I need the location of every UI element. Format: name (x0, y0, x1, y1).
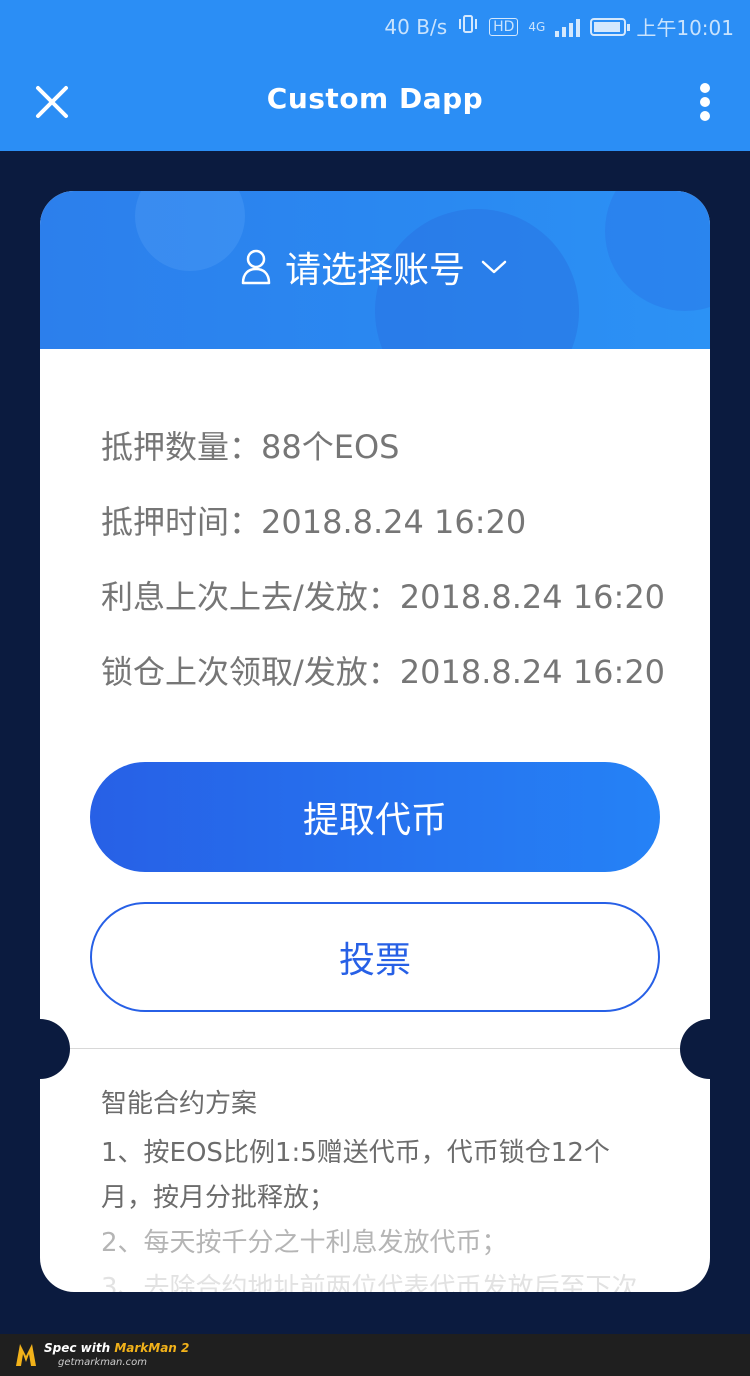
card-header: 请选择账号 (40, 191, 710, 349)
stake-amount: 抵押数量：88个EOS (101, 428, 400, 466)
clock: 上午10:01 (636, 16, 734, 40)
markman-footer: Spec with MarkMan 2 getmarkman.com (0, 1334, 750, 1376)
list-item: 2、每天按千分之十利息发放代币； (101, 1228, 508, 1258)
chevron-down-icon (481, 260, 507, 274)
page-title: Custom Dapp (266, 82, 484, 115)
user-icon (241, 249, 271, 285)
status-bar: 40 B/s HD 4G 上午10:01 (0, 0, 750, 52)
battery-icon (590, 17, 631, 36)
list-item: 1、按EOS比例1:5赠送代币，代币锁仓12个月，按月分批释放； (101, 1138, 610, 1213)
ticket-divider (40, 1048, 710, 1049)
stake-time: 抵押时间：2018.8.24 16:20 (101, 503, 527, 541)
spec-label: Spec with MarkMan 2 (44, 1341, 189, 1355)
vibrate-icon (457, 13, 479, 40)
stake-card: 请选择账号 抵押数量：88个EOS 抵押时间：2018.8.24 16:20 利… (40, 191, 710, 1292)
plan-list: 1、按EOS比例1:5赠送代币，代币锁仓12个月，按月分批释放； 2、每天按千分… (101, 1131, 661, 1292)
interest-last-issued: 利息上次上去/发放：2018.8.24 16:20 (101, 578, 666, 616)
ticket-notch (680, 1019, 710, 1079)
signal-icon (555, 17, 581, 37)
withdraw-token-button[interactable]: 提取代币 (90, 762, 660, 872)
brand-text: MarkMan 2 (114, 1341, 190, 1355)
footer-url: getmarkman.com (58, 1357, 147, 1368)
account-select-label: 请选择账号 (284, 250, 465, 291)
list-item: 3、去除合约地址前两位代表代币发放后至下次发放 (101, 1273, 638, 1292)
lock-last-claimed: 锁仓上次领取/发放：2018.8.24 16:20 (101, 653, 666, 691)
network-speed: 40 B/s (384, 14, 448, 39)
ticket-notch (40, 1019, 70, 1079)
hd-badge: HD (489, 17, 519, 36)
more-menu-button[interactable] (698, 80, 712, 124)
spec-text: Spec with (44, 1341, 111, 1355)
vote-button[interactable]: 投票 (90, 902, 660, 1012)
account-selector[interactable]: 请选择账号 (40, 241, 710, 293)
more-vertical-icon (700, 83, 710, 121)
top-app-bar: Custom Dapp (0, 52, 750, 151)
plan-title: 智能合约方案 (101, 1089, 258, 1119)
markman-logo-icon (16, 1344, 36, 1366)
network-type: 4G (528, 19, 546, 34)
